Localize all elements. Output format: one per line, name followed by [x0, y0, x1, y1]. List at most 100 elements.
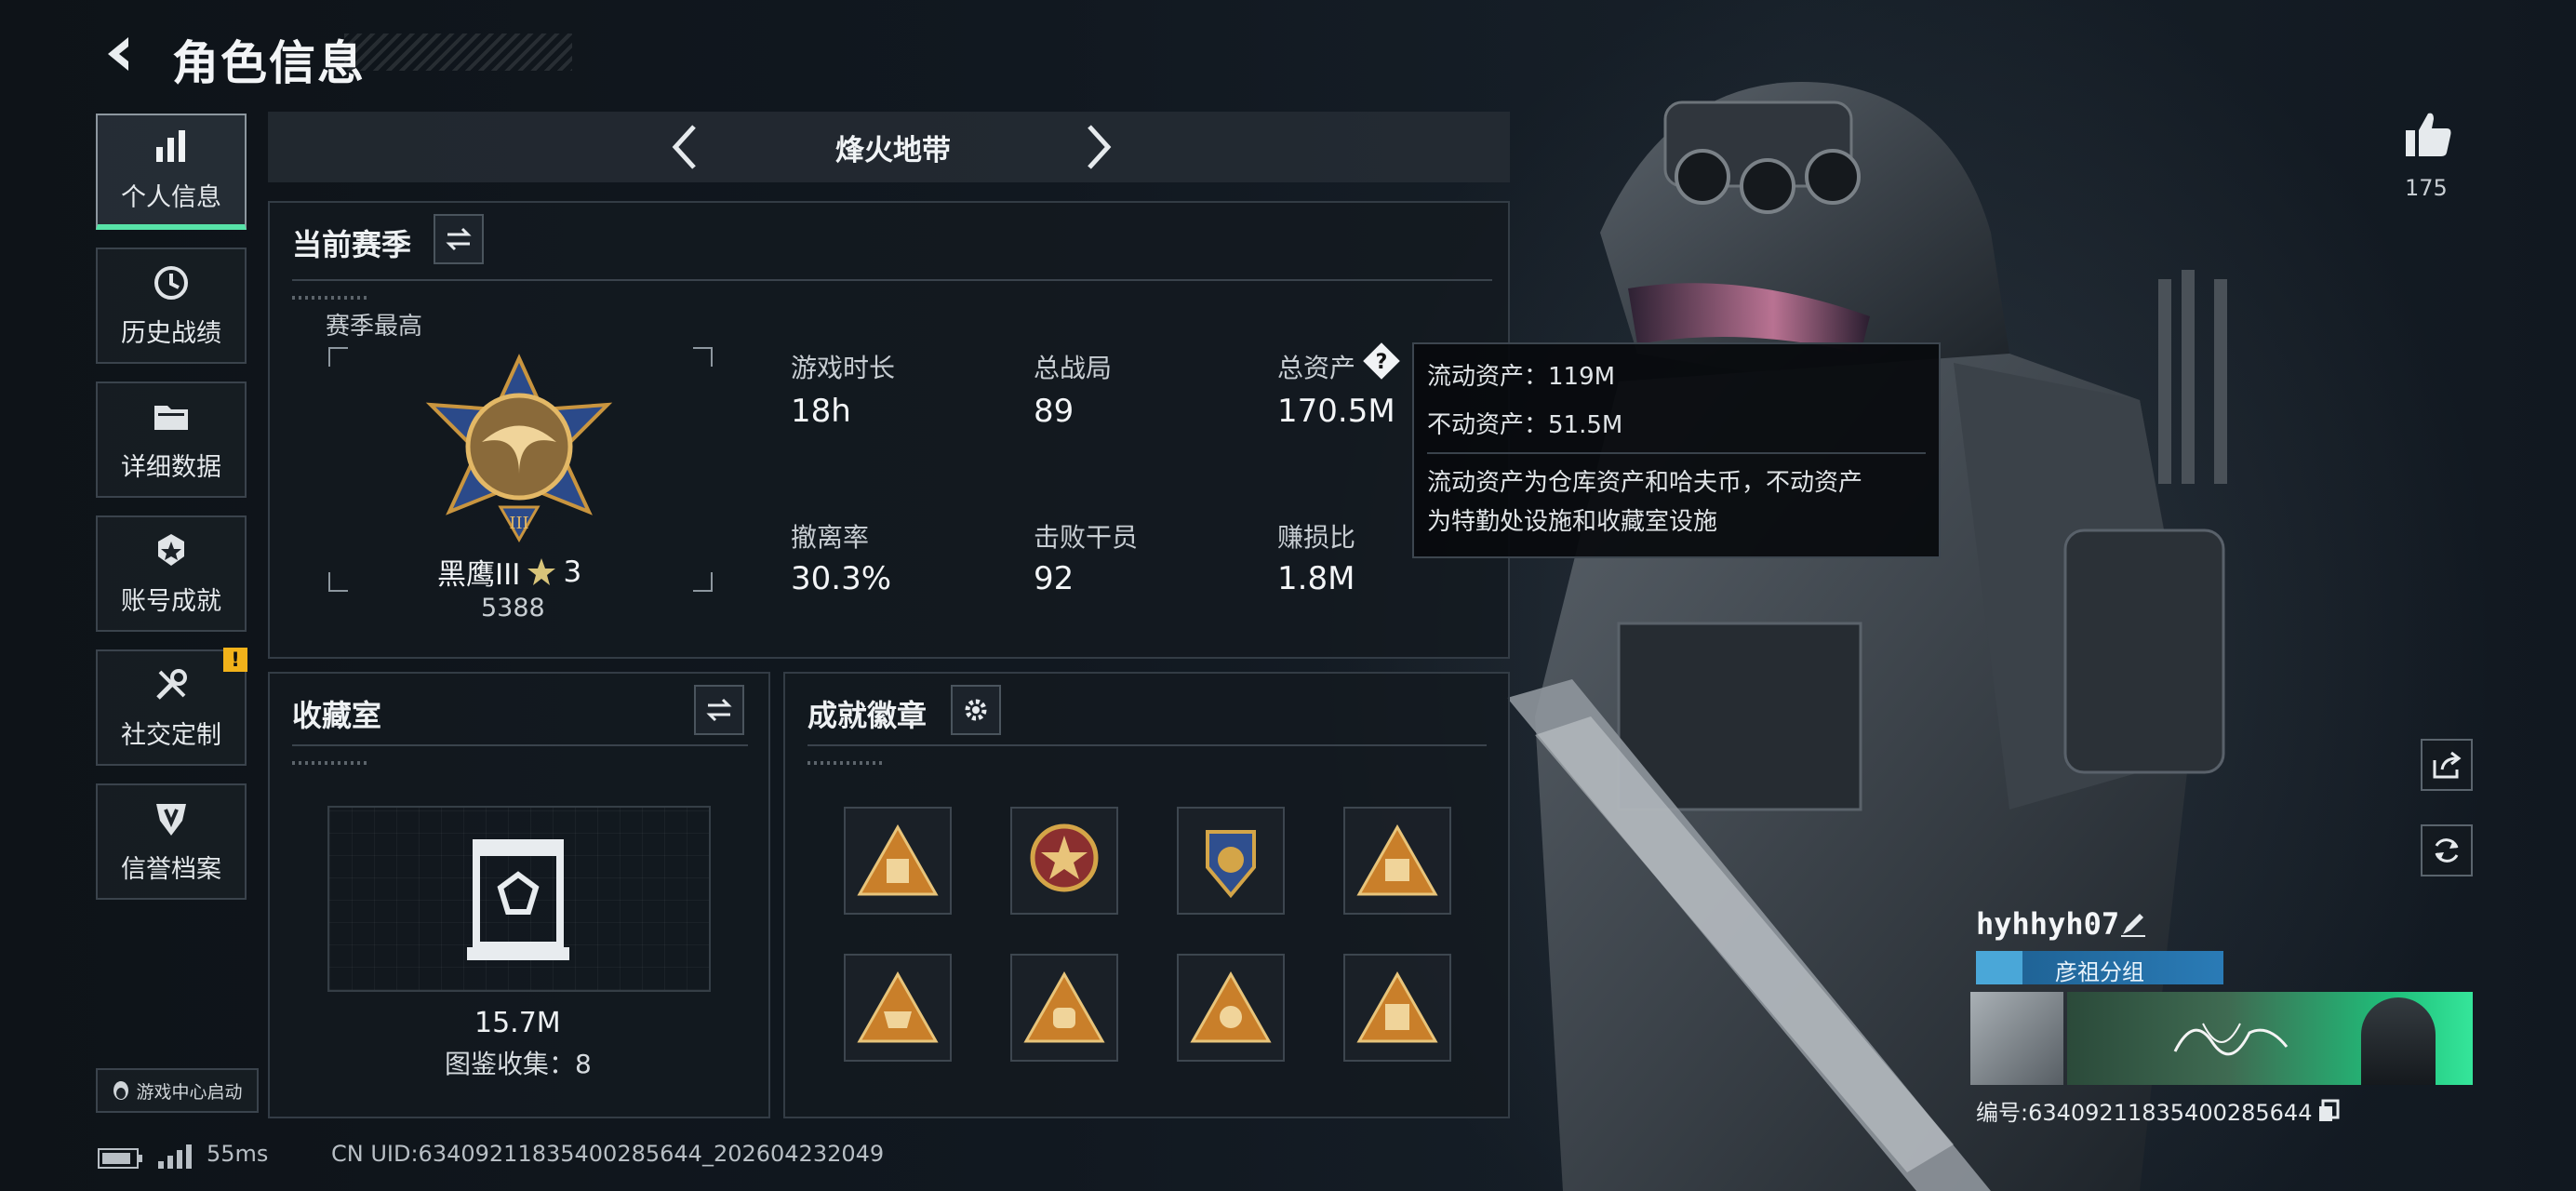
refresh-button[interactable]: [2421, 824, 2473, 877]
back-icon[interactable]: [97, 32, 141, 76]
stat-label-total-assets: 总资产: [1277, 353, 1356, 383]
collection-switch-button[interactable]: [694, 685, 744, 735]
star-seal-badge-icon: [1030, 823, 1099, 892]
catalog-count: 图鉴收集：8: [445, 1049, 592, 1079]
achievement-badge[interactable]: [1343, 954, 1451, 1062]
sidebar-item-credit-profile[interactable]: 信誉档案: [96, 783, 247, 900]
notification-badge: !: [223, 648, 247, 672]
stat-label-extract-rate: 撤离率: [791, 522, 870, 553]
stat-label-total-matches: 总战局: [1034, 353, 1113, 383]
stat-value-profit-ratio: 1.8M: [1277, 560, 1355, 597]
achievement-badge[interactable]: [844, 954, 952, 1062]
achievement-badge[interactable]: [1010, 807, 1118, 915]
ping: 55ms: [207, 1141, 269, 1167]
achievements-settings-button[interactable]: [951, 685, 1001, 735]
rank-name: 黑鹰III: [437, 558, 521, 592]
mode-title: 烽火地带: [835, 134, 951, 167]
signature-image: [2173, 1023, 2289, 1056]
tooltip-divider: [1427, 452, 1926, 454]
star-icon: [527, 557, 556, 585]
stat-label-kills: 击败干员: [1034, 522, 1139, 553]
clock-icon: [154, 266, 188, 300]
achievement-badge[interactable]: [1177, 807, 1285, 915]
triangle-badge-icon: [857, 823, 939, 896]
page-title: 角色信息: [172, 36, 366, 90]
stat-value-kills: 92: [1034, 560, 1074, 597]
divider: [292, 744, 748, 746]
thumbs-up-icon[interactable]: [2402, 108, 2454, 160]
sidebar-item-label: 历史战绩: [121, 319, 221, 348]
stat-label-profit-ratio: 赚损比: [1277, 522, 1356, 553]
player-id-row: 编号:6340921183540028564​4: [1976, 1094, 2340, 1127]
profile-card-banner[interactable]: [1970, 992, 2473, 1085]
stat-value-total-assets: 170.5M: [1277, 393, 1395, 430]
achievements-title: 成就徽章: [808, 698, 928, 733]
tooltip-note-line-1: 流动资产为仓库资产和哈夫币，不动资产: [1427, 469, 1863, 497]
username: hyhhyh07: [1976, 906, 2120, 942]
team-name: 彦祖分组: [2055, 959, 2144, 985]
svg-text:III: III: [509, 514, 528, 533]
folder-icon: [154, 406, 188, 430]
achievement-badge[interactable]: [1010, 954, 1118, 1062]
season-best-label: 赛季最高: [326, 313, 423, 341]
portrait-figure: [2361, 997, 2436, 1085]
black-hawk-rank-emblem-icon: III: [425, 354, 613, 543]
team-tag[interactable]: 彦祖分组: [1976, 951, 2223, 985]
rank-score: 5388: [481, 594, 545, 622]
dots-decoration: [292, 296, 367, 300]
season-switch-button[interactable]: [434, 214, 484, 264]
stat-value-play-time: 18h: [791, 393, 851, 430]
shield-icon: [156, 804, 186, 836]
stat-label-play-time: 游戏时长: [791, 353, 896, 383]
signal-icon: [158, 1144, 192, 1169]
display-case-icon: [467, 839, 569, 960]
like-count: 175: [2405, 175, 2448, 201]
sidebar-item-personal-info[interactable]: 个人信息: [96, 114, 247, 230]
share-icon: [2433, 751, 2462, 779]
avatar: [1970, 992, 2063, 1085]
divider: [292, 279, 1492, 281]
sidebar-item-achievements[interactable]: 账号成就: [96, 515, 247, 632]
sidebar-item-history[interactable]: 历史战绩: [96, 248, 247, 364]
stat-value-total-matches: 89: [1034, 393, 1074, 430]
triangle-badge-icon: [857, 970, 939, 1043]
tools-icon: [156, 669, 187, 700]
stat-value-extract-rate: 30.3%: [791, 560, 892, 597]
season-title: 当前赛季: [292, 227, 412, 262]
dots-decoration: [808, 761, 882, 765]
tooltip-fixed-assets: 不动资产：51.5M: [1427, 411, 1623, 439]
edit-icon[interactable]: [2119, 910, 2147, 938]
rank-stars: 3: [563, 555, 582, 589]
chevron-left-icon[interactable]: [662, 121, 709, 173]
achievement-badge[interactable]: [1343, 807, 1451, 915]
help-icon[interactable]: ?: [1361, 341, 1402, 381]
switch-icon: [446, 227, 472, 251]
refresh-icon: [2435, 838, 2459, 863]
launch-label: 游戏中心启动: [136, 1081, 243, 1103]
copy-icon[interactable]: [2317, 1099, 2340, 1123]
achievement-badge[interactable]: [844, 807, 952, 915]
gear-icon: [965, 699, 987, 721]
triangle-badge-icon: [1190, 970, 1272, 1043]
assets-tooltip: 流动资产：119M 不动资产：51.5M 流动资产为仓库资产和哈夫币，不动资产 …: [1412, 342, 1941, 558]
rank-name-row: 黑鹰III 3: [437, 551, 581, 593]
sidebar-item-label: 详细数据: [121, 453, 221, 482]
shield-crest-badge-icon: [1206, 830, 1256, 899]
tooltip-note-line-2: 为特勤处设施和收藏室设施: [1427, 508, 1718, 536]
collection-value: 15.7M: [474, 1007, 561, 1039]
collection-title: 收藏室: [292, 698, 382, 733]
chevron-right-icon[interactable]: [1074, 121, 1121, 173]
share-button[interactable]: [2421, 739, 2473, 791]
sidebar-item-label: 信誉档案: [121, 855, 221, 884]
sidebar-item-label: 社交定制: [121, 721, 221, 750]
game-center-launch-button[interactable]: 游戏中心启动: [96, 1068, 259, 1113]
triangle-badge-icon: [1356, 823, 1438, 896]
dots-decoration: [292, 761, 367, 765]
achievement-badge[interactable]: [1177, 954, 1285, 1062]
tooltip-liquid-assets: 流动资产：119M: [1427, 363, 1616, 391]
triangle-badge-icon: [1023, 970, 1105, 1043]
svg-text:?: ?: [1376, 351, 1388, 374]
medal-icon: [158, 534, 184, 566]
sidebar-item-detailed-data[interactable]: 详细数据: [96, 381, 247, 498]
player-id: 编号:6340921183540028564​4: [1976, 1100, 2313, 1126]
